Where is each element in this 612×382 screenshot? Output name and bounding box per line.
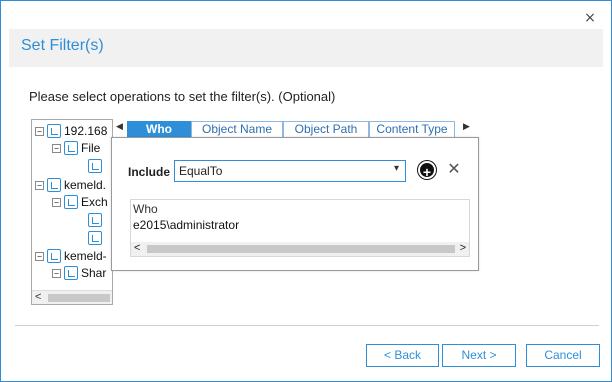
tree-horizontal-scrollbar[interactable]: < [32, 290, 112, 304]
close-icon[interactable]: × [583, 11, 597, 25]
server-icon [88, 159, 102, 173]
server-icon [64, 195, 78, 209]
collapse-icon[interactable]: − [52, 268, 61, 278]
server-icon [64, 266, 78, 280]
collapse-icon[interactable]: − [52, 197, 61, 207]
tab-object-path[interactable]: Object Path [283, 121, 369, 138]
tree-node-label: kemeld- [64, 249, 107, 263]
grid-horizontal-scrollbar[interactable]: < > [131, 242, 469, 256]
scroll-right-icon[interactable]: > [460, 242, 466, 254]
back-button[interactable]: < Back [366, 344, 439, 367]
tree-node[interactable]: − 192.168 [35, 123, 107, 139]
server-icon [47, 124, 61, 138]
next-button[interactable]: Next > [442, 344, 516, 367]
instruction-text: Please select operations to set the filt… [29, 89, 336, 104]
tree-node[interactable] [88, 230, 105, 246]
set-filter-dialog: × Set Filter(s) Please select operations… [0, 0, 612, 382]
collapse-icon[interactable]: − [35, 180, 44, 190]
tree-node[interactable]: − kemeld- [35, 248, 107, 264]
add-condition-icon[interactable]: + [418, 161, 436, 180]
tab-scroll-right-icon[interactable]: ▶ [463, 122, 470, 132]
collapse-icon[interactable]: − [52, 143, 61, 153]
server-icon [47, 178, 61, 192]
tree-node-label: kemeld. [64, 178, 107, 192]
grid-row[interactable]: e2015\administrator [133, 218, 239, 232]
tree-node-label: File [81, 141, 101, 155]
tree-node[interactable]: − Shar [52, 265, 106, 281]
who-grid: Who e2015\administrator < > [130, 199, 470, 257]
grid-column-header: Who [133, 202, 158, 216]
tab-scroll-left-icon[interactable]: ◀ [116, 122, 123, 132]
tree-node-label: Shar [81, 266, 107, 280]
include-label: Include [128, 165, 171, 179]
collapse-icon[interactable]: − [35, 126, 44, 136]
include-operator-dropdown[interactable]: EqualTo ▾ [174, 160, 406, 182]
cancel-button[interactable]: Cancel [526, 344, 600, 367]
scrollbar-thumb[interactable] [147, 245, 455, 253]
tree-node-label: 192.168 [64, 124, 108, 138]
source-tree: − 192.168 − File − kemeld. − Exch − keme… [31, 119, 113, 305]
server-icon [88, 213, 102, 227]
scroll-left-icon[interactable]: < [134, 242, 140, 254]
tree-node-label: Exch [81, 195, 108, 209]
collapse-icon[interactable]: − [35, 251, 44, 261]
footer-divider [15, 325, 599, 326]
tree-node[interactable]: − Exch [52, 194, 108, 210]
scroll-left-icon[interactable]: < [35, 291, 41, 303]
tree-node[interactable]: − File [52, 140, 100, 156]
chevron-down-icon[interactable]: ▾ [394, 163, 399, 174]
tab-object-name[interactable]: Object Name [191, 121, 283, 138]
dialog-title: Set Filter(s) [21, 37, 104, 54]
dialog-header: Set Filter(s) [9, 29, 603, 67]
server-icon [88, 231, 102, 245]
server-icon [64, 141, 78, 155]
tree-node[interactable] [88, 158, 105, 174]
include-operator-value: EqualTo [179, 164, 223, 178]
scrollbar-thumb[interactable] [48, 294, 110, 302]
tree-node[interactable]: − kemeld. [35, 177, 106, 193]
filter-panel: Include EqualTo ▾ + ✕ Who e2015\administ… [111, 137, 479, 271]
tab-who[interactable]: Who [127, 121, 191, 138]
tree-node[interactable] [88, 212, 105, 228]
server-icon [47, 249, 61, 263]
remove-condition-icon[interactable]: ✕ [446, 160, 462, 178]
tab-content-type[interactable]: Content Type [369, 121, 455, 138]
